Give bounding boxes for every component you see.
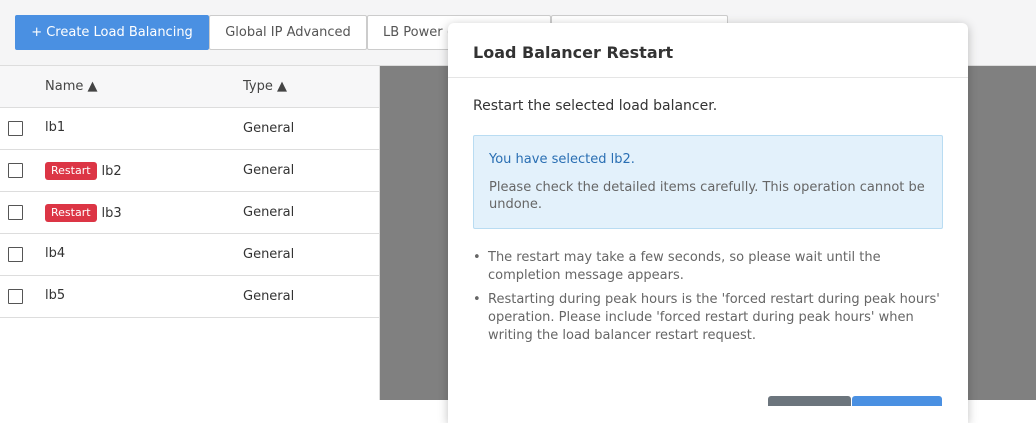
create-load-balancing-button[interactable]: + Create Load Balancing <box>15 15 209 50</box>
modal-header: Load Balancer Restart <box>448 23 968 78</box>
row-checkbox[interactable] <box>8 163 23 178</box>
row-checkbox[interactable] <box>8 289 23 304</box>
restart-badge: Restart <box>45 204 97 222</box>
note-item: The restart may take a few seconds, so p… <box>473 249 943 285</box>
selected-item-text: You have selected lb2. <box>489 152 635 167</box>
load-balancer-table: Name ▲ Type ▲ lb1 General Restart lb2 Genera… <box>0 66 380 400</box>
table-row[interactable]: lb1 General <box>0 108 379 150</box>
confirm-button[interactable] <box>852 396 942 406</box>
table-header: Name ▲ Type ▲ <box>0 66 379 108</box>
cancel-button[interactable] <box>768 396 851 406</box>
type-cell: General <box>243 289 295 304</box>
column-header-type[interactable]: Type ▲ <box>243 79 287 94</box>
lb-name[interactable]: lb5 <box>45 288 65 303</box>
modal-description: Restart the selected load balancer. <box>473 98 718 114</box>
type-cell: General <box>243 247 295 262</box>
restart-dialog: Load Balancer Restart Restart the select… <box>448 23 968 423</box>
modal-title: Load Balancer Restart <box>473 43 674 62</box>
name-cell: Restart lb3 <box>45 204 122 222</box>
name-cell: lb4 <box>45 246 65 261</box>
name-cell: lb5 <box>45 288 65 303</box>
table-row[interactable]: Restart lb2 General <box>0 150 379 192</box>
row-checkbox[interactable] <box>8 121 23 136</box>
lb-name[interactable]: lb1 <box>45 120 65 135</box>
global-ip-advanced-button[interactable]: Global IP Advanced <box>209 15 367 50</box>
table-row[interactable]: Restart lb3 General <box>0 192 379 234</box>
restart-notes: The restart may take a few seconds, so p… <box>473 249 943 345</box>
lb-name[interactable]: lb3 <box>102 206 122 221</box>
column-header-name[interactable]: Name ▲ <box>45 79 97 94</box>
warning-text: Please check the detailed items carefull… <box>489 180 925 212</box>
name-cell: Restart lb2 <box>45 162 122 180</box>
restart-badge: Restart <box>45 162 97 180</box>
row-checkbox[interactable] <box>8 205 23 220</box>
table-row[interactable]: lb4 General <box>0 234 379 276</box>
name-cell: lb1 <box>45 120 65 135</box>
selection-info-box: You have selected lb2. Please check the … <box>473 135 943 229</box>
lb-name[interactable]: lb4 <box>45 246 65 261</box>
modal-body: Restart the selected load balancer. You … <box>448 78 968 345</box>
note-item: Restarting during peak hours is the 'for… <box>473 291 943 345</box>
table-row[interactable]: lb5 General <box>0 276 379 318</box>
type-cell: General <box>243 121 295 136</box>
lb-name[interactable]: lb2 <box>102 164 122 179</box>
type-cell: General <box>243 163 295 178</box>
type-cell: General <box>243 205 295 220</box>
row-checkbox[interactable] <box>8 247 23 262</box>
